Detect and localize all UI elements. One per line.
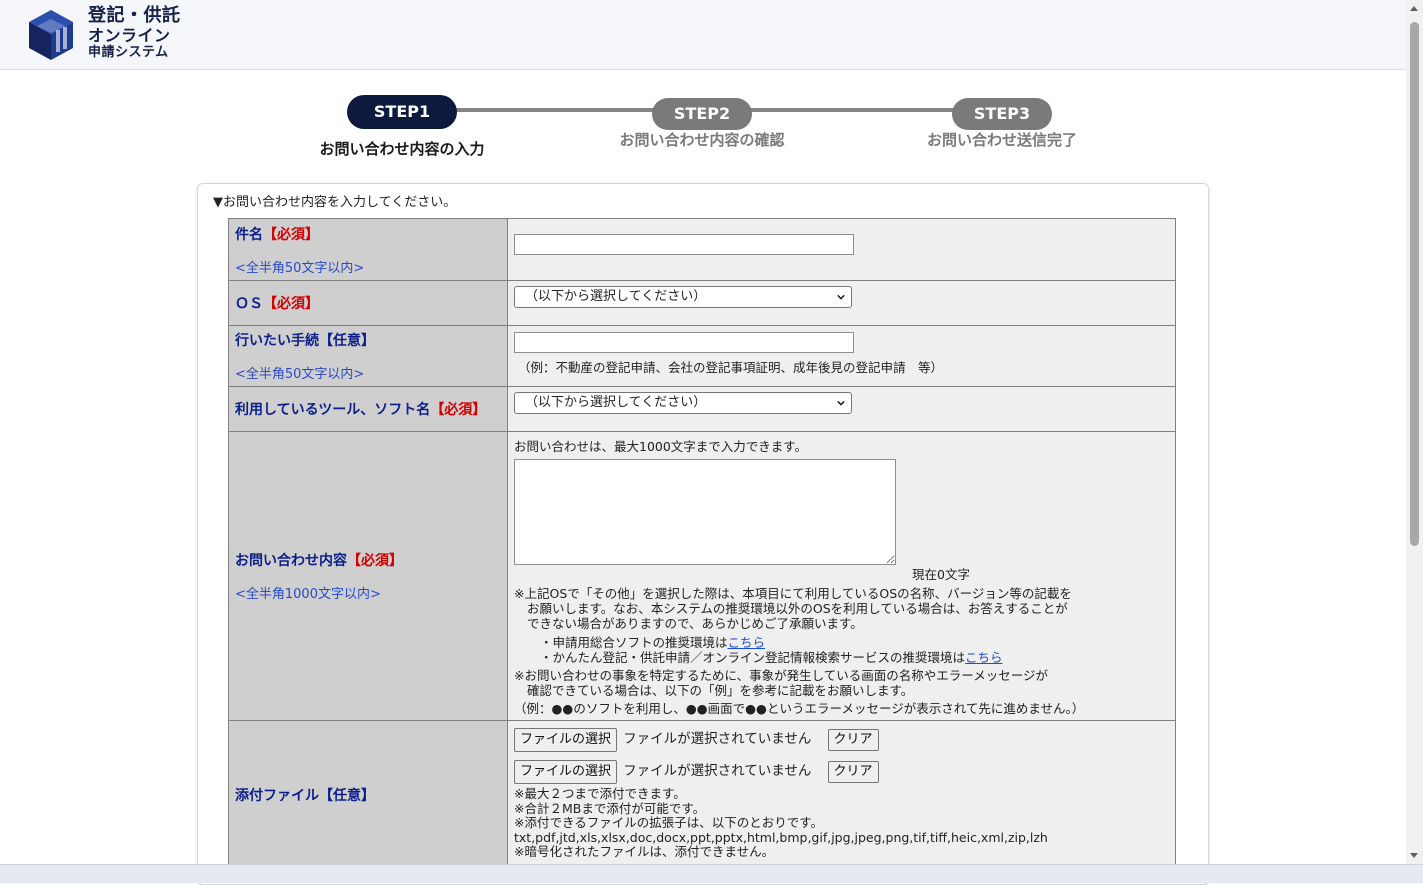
tool-label: 利用しているツール、ソフト名 (235, 402, 431, 418)
procedure-example: （例：不動産の登記申請、会社の登記事項証明、成年後見の登記申請 等） (518, 360, 944, 375)
os-taskbar (0, 864, 1423, 883)
attachment-note-3: ※添付できるファイルの拡張子は、以下のとおりです。 (514, 815, 823, 830)
inquiry-field-cell: お問い合わせは、最大1000文字まで入力できます。 現在0文字 ※上記OSで「そ… (507, 431, 1176, 721)
subject-row: 件名【必須】 <全半角50文字以内> (228, 218, 1176, 281)
logo-line-2: オンライン (88, 26, 171, 45)
scroll-down-arrow-icon[interactable] (1410, 853, 1418, 858)
inquiry-note1-line3: できない場合がありますので、あらかじめご了承願います。 (527, 616, 863, 631)
os-label: ＯＳ (235, 296, 263, 312)
inquiry-label: お問い合わせ内容 (235, 553, 347, 569)
scroll-thumb[interactable] (1410, 22, 1419, 546)
os-field-cell: （以下から選択してください） (507, 280, 1176, 326)
form-instruction: ▼お問い合わせ内容を入力してください。 (213, 195, 457, 210)
inquiry-note1-line2: お願いします。なお、本システムの推奨環境以外のOSを利用している場合は、お答えす… (527, 601, 1068, 616)
subject-label-cell: 件名【必須】 <全半角50文字以内> (228, 218, 508, 281)
os-select-value: （以下から選択してください） (525, 289, 707, 304)
inquiry-char-counter: 現在0文字 (912, 567, 970, 582)
logo-cube-icon (29, 10, 73, 60)
procedure-optional-badge: 【任意】 (319, 333, 375, 349)
attachment-field-cell: ファイルの選択 ファイルが選択されていません クリア ファイルの選択 ファイルが… (507, 720, 1176, 870)
tool-select[interactable]: （以下から選択してください） (514, 392, 852, 414)
procedure-limit: <全半角50文字以内> (235, 367, 365, 382)
step-1-pill: STEP1 (347, 95, 457, 129)
attachment-note-4: ※暗号化されたファイルは、添付できません。 (514, 844, 775, 859)
recommended-env-link-1[interactable]: こちら (728, 635, 766, 650)
attachment-label-cell: 添付ファイル【任意】 (228, 720, 508, 870)
inquiry-note2-line1: ※お問い合わせの事象を特定するために、事象が発生している画面の名称やエラーメッセ… (514, 668, 1048, 683)
step-connector (456, 108, 654, 112)
procedure-label: 行いたい手続 (235, 333, 319, 349)
inquiry-note1-line1: ※上記OSで「その他」を選択した際は、本項目にて利用しているOSの名称、バージョ… (514, 586, 1072, 601)
subject-limit: <全半角50文字以内> (235, 261, 365, 276)
no-file-text-2: ファイルが選択されていません (623, 763, 812, 779)
tool-field-cell: （以下から選択してください） (507, 386, 1176, 432)
attachment-note-2: ※合計２MBまで添付が可能です。 (514, 800, 706, 816)
step-2-pill: STEP2 (652, 98, 752, 130)
choose-file-button-1[interactable]: ファイルの選択 (514, 728, 618, 752)
clear-button-2[interactable]: クリア (827, 761, 879, 783)
recommended-env-link-2[interactable]: こちら (965, 650, 1003, 665)
step-3-label: お問い合わせ送信完了 (926, 131, 1077, 149)
inquiry-required-badge: 【必須】 (347, 553, 403, 569)
os-row: ＯＳ【必須】 （以下から選択してください） (228, 280, 1176, 326)
inquiry-textarea[interactable] (514, 459, 896, 565)
step-2-label: お問い合わせ内容の確認 (619, 131, 785, 149)
attachment-optional-badge: 【任意】 (319, 788, 375, 804)
os-select[interactable]: （以下から選択してください） (514, 286, 852, 308)
subject-input[interactable] (514, 234, 854, 255)
subject-field-cell (507, 218, 1176, 281)
tool-label-cell: 利用しているツール、ソフト名【必須】 (228, 386, 508, 432)
attachment-label: 添付ファイル (235, 788, 319, 804)
clear-button-1[interactable]: クリア (827, 729, 879, 751)
inquiry-link1-prefix: ・申請用総合ソフトの推奨環境は (540, 635, 728, 650)
attachment-note-1: ※最大２つまで添付できます。 (514, 786, 686, 801)
attachment-extensions: txt,pdf,jtd,xls,xlsx,doc,docx,ppt,pptx,h… (514, 829, 1048, 845)
choose-file-button-2[interactable]: ファイルの選択 (514, 760, 618, 784)
inquiry-note2-example: （例：●●のソフトを利用し、●●画面で●●というエラーメッセージが表示されて先に… (514, 701, 1085, 716)
procedure-row: 行いたい手続【任意】 <全半角50文字以内> （例：不動産の登記申請、会社の登記… (228, 325, 1176, 387)
chevron-down-icon (837, 294, 845, 300)
inquiry-link1-line: ・申請用総合ソフトの推奨環境はこちら (514, 635, 1169, 650)
step-1-label: お問い合わせ内容の入力 (319, 140, 485, 158)
scroll-up-arrow-icon[interactable] (1410, 6, 1418, 11)
logo-line-1: 登記・供託 (88, 5, 181, 26)
vertical-scrollbar[interactable] (1406, 0, 1423, 864)
step-connector (750, 108, 954, 112)
attachment-row: 添付ファイル【任意】 ファイルの選択 ファイルが選択されていません クリア ファ… (228, 720, 1176, 870)
step-3-pill: STEP3 (952, 98, 1052, 130)
chevron-down-icon (837, 400, 845, 406)
subject-required-badge: 【必須】 (263, 227, 319, 243)
subject-label: 件名 (235, 227, 263, 243)
logo-text: 登記・供託 オンライン 申請システム (88, 6, 181, 61)
tool-select-value: （以下から選択してください） (525, 395, 707, 410)
inquiry-label-cell: お問い合わせ内容【必須】 <全半角1000文字以内> (228, 431, 508, 721)
inquiry-link2-line: ・かんたん登記・供託申請／オンライン登記情報検索サービスの推奨環境はこちら (514, 650, 1169, 665)
procedure-input[interactable] (514, 332, 854, 353)
procedure-label-cell: 行いたい手続【任意】 <全半角50文字以内> (228, 325, 508, 387)
site-header: 登記・供託 オンライン 申請システム (0, 0, 1406, 70)
inquiry-link2-prefix: ・かんたん登記・供託申請／オンライン登記情報検索サービスの推奨環境は (540, 650, 966, 665)
os-label-cell: ＯＳ【必須】 (228, 280, 508, 326)
tool-row: 利用しているツール、ソフト名【必須】 （以下から選択してください） (228, 386, 1176, 432)
os-required-badge: 【必須】 (263, 296, 319, 312)
attachment-slot-2: ファイルの選択 ファイルが選択されていません クリア (514, 759, 1169, 784)
no-file-text-1: ファイルが選択されていません (623, 731, 812, 747)
tool-required-badge: 【必須】 (430, 402, 487, 418)
attachment-slot-1: ファイルの選択 ファイルが選択されていません クリア (514, 727, 1169, 752)
procedure-field-cell: （例：不動産の登記申請、会社の登記事項証明、成年後見の登記申請 等） (507, 325, 1176, 387)
inquiry-row: お問い合わせ内容【必須】 <全半角1000文字以内> お問い合わせは、最大100… (228, 431, 1176, 721)
inquiry-note2-line2: 確認できている場合は、以下の「例」を参考に記載をお願いします。 (527, 683, 914, 698)
logo-line-3: 申請システム (88, 45, 169, 60)
inquiry-max-note: お問い合わせは、最大1000文字まで入力できます。 (514, 439, 808, 454)
inquiry-limit: <全半角1000文字以内> (235, 587, 381, 602)
inquiry-form-table: 件名【必須】 <全半角50文字以内> ＯＳ【必須】 （以下から選択してください）… (228, 218, 1176, 870)
